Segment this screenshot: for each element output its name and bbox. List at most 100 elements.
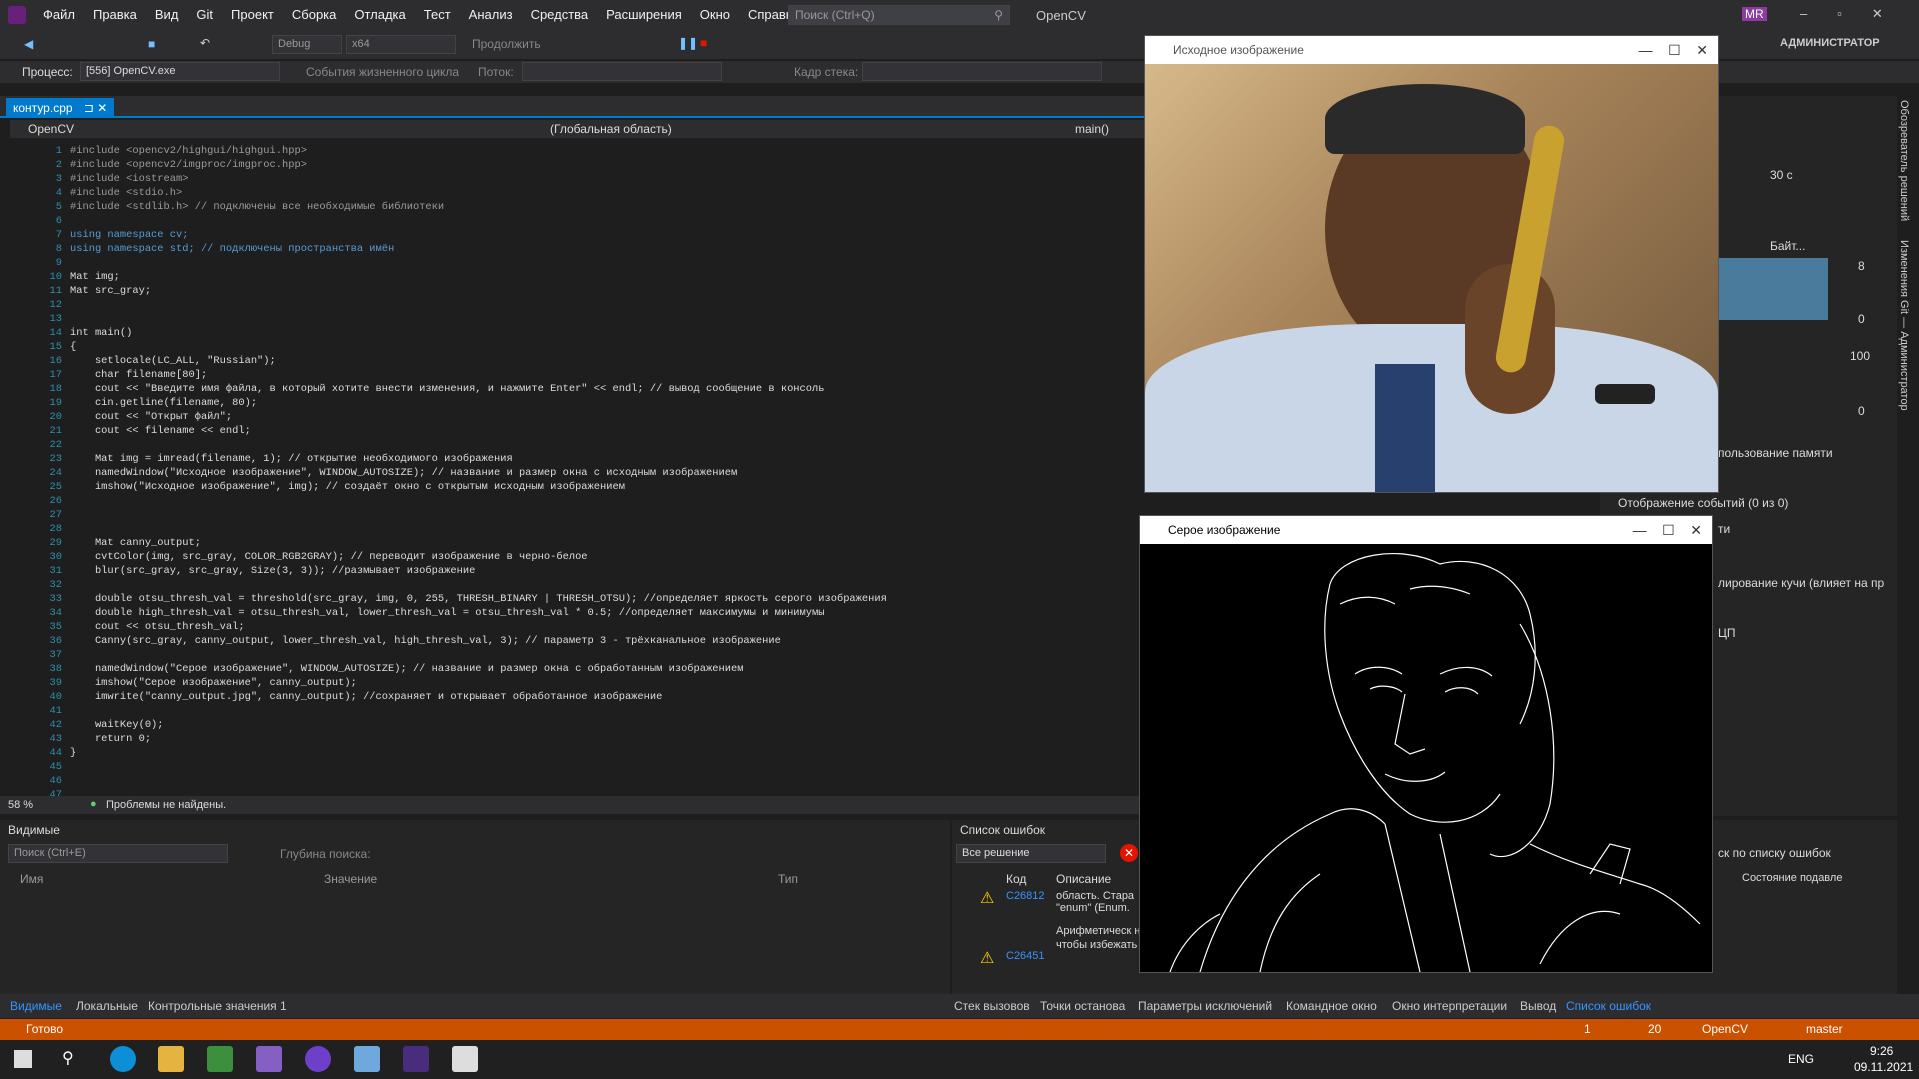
code-line[interactable]: cvtColor(img, src_gray, COLOR_RGB2GRAY);… (70, 550, 588, 564)
code-line[interactable]: #include <stdlib.h> // подключены все не… (70, 200, 444, 214)
zoom-level[interactable]: 58 % (8, 799, 33, 811)
code-line[interactable]: } (70, 746, 76, 760)
menu-item[interactable]: Правка (84, 0, 146, 30)
memory-usage-tab[interactable]: пользование памяти (1718, 446, 1833, 460)
scope-select[interactable]: Все решение (956, 844, 1106, 863)
search-input[interactable]: Поиск (Ctrl+Q) ⚲ (788, 5, 1010, 25)
back-icon[interactable]: ◀ (24, 37, 33, 51)
code-line[interactable]: return 0; (70, 732, 151, 746)
code-line[interactable]: namedWindow("Исходное изображение", WIND… (70, 466, 737, 480)
window-buttons[interactable]: — ☐ ✕ (1639, 36, 1708, 64)
code-line[interactable]: #include <iostream> (70, 172, 188, 186)
side-tab-git-changes[interactable]: Изменения Git — Администратор (1898, 240, 1910, 411)
clock-time[interactable]: 9:26 (1870, 1044, 1893, 1058)
stack-select[interactable] (862, 62, 1102, 81)
code-line[interactable]: Canny(src_gray, canny_output, lower_thre… (70, 634, 781, 648)
tab-call-stack[interactable]: Стек вызовов (954, 994, 1030, 1018)
code-line[interactable]: char filename[80]; (70, 368, 207, 382)
code-line[interactable]: blur(src_gray, src_gray, Size(3, 3)); //… (70, 564, 475, 578)
menu-item[interactable]: Средства (522, 0, 598, 30)
side-tab-solution-explorer[interactable]: Обозреватель решений (1898, 100, 1910, 221)
push-count[interactable]: 1 (1584, 1019, 1591, 1040)
menu-item[interactable]: Анализ (460, 0, 522, 30)
code-line[interactable]: #include <opencv2/imgproc/imgproc.hpp> (70, 158, 307, 172)
visual-studio-icon[interactable] (256, 1046, 282, 1072)
tab-kontur-cpp[interactable]: контур.cpp ⊐ ✕ (6, 98, 115, 118)
tab-watch-1[interactable]: Контрольные значения 1 (148, 994, 287, 1018)
error-search[interactable]: ск по списку ошибок (1718, 846, 1831, 860)
code-line[interactable]: cin.getline(filename, 80); (70, 396, 257, 410)
undo-icon[interactable]: ↶ (200, 36, 210, 50)
repo-name[interactable]: OpenCV (1702, 1019, 1748, 1040)
nav-project[interactable]: OpenCV (28, 122, 74, 136)
code-line[interactable]: imwrite("canny_output.jpg", canny_output… (70, 690, 662, 704)
error-code[interactable]: C26451 (1006, 950, 1045, 962)
code-line[interactable]: { (70, 340, 76, 354)
code-line[interactable]: Mat canny_output; (70, 536, 201, 550)
tab-error-list[interactable]: Список ошибок (1566, 994, 1651, 1018)
config-select[interactable]: Debug (272, 35, 342, 54)
code-line[interactable]: namedWindow("Серое изображение", WINDOW_… (70, 662, 744, 676)
code-line[interactable]: #include <stdio.h> (70, 186, 182, 200)
code-line[interactable]: using namespace std; // подключены прост… (70, 242, 394, 256)
tab-exceptions[interactable]: Параметры исключений (1138, 994, 1272, 1018)
windows-start-icon[interactable] (14, 1050, 32, 1068)
code-line[interactable]: cout << "Введите имя файла, в который хо… (70, 382, 825, 396)
code-line[interactable]: cout << "Открыт файл"; (70, 410, 232, 424)
menu-item[interactable]: Сборка (283, 0, 346, 30)
stop-icon[interactable]: ■ (700, 36, 707, 50)
tab-breakpoints[interactable]: Точки останова (1040, 994, 1125, 1018)
code-line[interactable]: waitKey(0); (70, 718, 164, 732)
window-title-bar[interactable]: Исходное изображение — ☐ ✕ (1145, 36, 1718, 64)
heap-profiling[interactable]: лирование кучи (влияет на пр (1718, 576, 1884, 590)
pause-icon[interactable]: ❚❚ (678, 36, 698, 50)
code-line[interactable]: cout << filename << endl; (70, 424, 251, 438)
watch-search[interactable]: Поиск (Ctrl+E) (8, 844, 228, 863)
tab-immediate[interactable]: Окно интерпретации (1392, 994, 1507, 1018)
tab-watch[interactable]: Видимые (10, 994, 62, 1018)
tab-locals[interactable]: Локальные (76, 994, 138, 1018)
nav-scope[interactable]: (Глобальная область) (550, 122, 672, 136)
notepad-icon[interactable] (354, 1046, 380, 1072)
explorer-icon[interactable] (158, 1046, 184, 1072)
menu-item[interactable]: Вид (146, 0, 188, 30)
branch-name[interactable]: master (1806, 1019, 1843, 1040)
menu-item[interactable]: Отладка (345, 0, 414, 30)
code-line[interactable]: Mat img; (70, 270, 120, 284)
code-line[interactable]: imshow("Исходное изображение", img); // … (70, 480, 625, 494)
code-line[interactable]: int main() (70, 326, 132, 340)
thread-select[interactable] (522, 62, 722, 81)
gray-image-window[interactable]: Серое изображение — ☐ ✕ (1139, 515, 1713, 973)
lifecycle-label[interactable]: События жизненного цикла (306, 65, 459, 79)
terminal-icon[interactable] (403, 1046, 429, 1072)
edit-count[interactable]: 20 (1648, 1019, 1661, 1040)
edge-icon[interactable] (110, 1046, 136, 1072)
github-icon[interactable] (305, 1046, 331, 1072)
error-code[interactable]: C26812 (1006, 890, 1045, 902)
process-select[interactable]: [556] OpenCV.exe (80, 62, 280, 81)
language-indicator[interactable]: ENG (1788, 1052, 1814, 1066)
platform-select[interactable]: x64 (346, 35, 456, 54)
code-line[interactable]: using namespace cv; (70, 228, 188, 242)
tab-output[interactable]: Вывод (1520, 994, 1556, 1018)
avatar[interactable]: MR (1742, 7, 1767, 21)
clock-date[interactable]: 09.11.2021 (1854, 1060, 1913, 1074)
nav-member[interactable]: main() (1075, 122, 1109, 136)
menu-item[interactable]: Файл (34, 0, 84, 30)
tab-command[interactable]: Командное окно (1286, 994, 1377, 1018)
code-line[interactable]: double high_thresh_val = otsu_thresh_val… (70, 606, 825, 620)
original-image-window[interactable]: Исходное изображение — ☐ ✕ (1144, 35, 1719, 493)
code-line[interactable]: #include <opencv2/highgui/highgui.hpp> (70, 144, 307, 158)
menu-item[interactable]: Окно (691, 0, 739, 30)
code-line[interactable]: Mat img = imread(filename, 1); // открыт… (70, 452, 513, 466)
continue-button[interactable]: Продолжить (472, 37, 541, 51)
menu-item[interactable]: Тест (415, 0, 460, 30)
code-editor[interactable]: 1 #include <opencv2/highgui/highgui.hpp> 2… (14, 140, 1150, 801)
opencv-window-icon[interactable] (452, 1046, 478, 1072)
save-icon[interactable]: ■ (148, 37, 155, 51)
code-line[interactable]: double otsu_thresh_val = threshold(src_g… (70, 592, 887, 606)
errors-icon[interactable]: ✕ (1120, 844, 1138, 862)
code-line[interactable]: Mat src_gray; (70, 284, 151, 298)
menu-item[interactable]: Проект (222, 0, 283, 30)
search-icon[interactable]: ⚲ (62, 1048, 74, 1068)
